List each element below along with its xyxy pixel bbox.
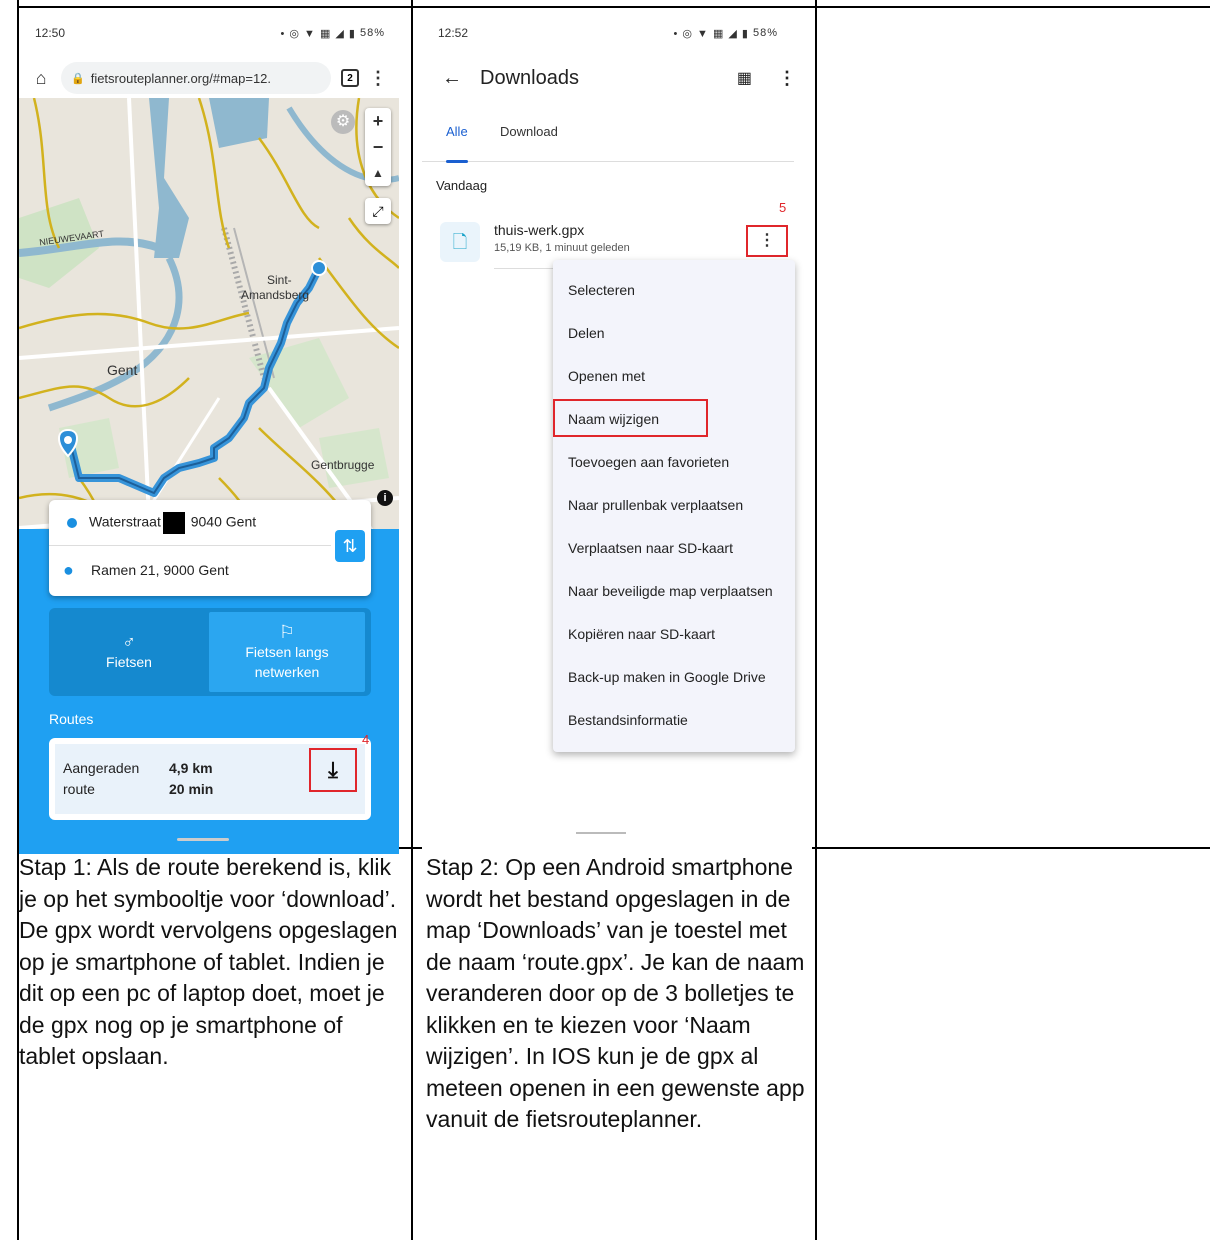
zoom-out-button[interactable]: − xyxy=(373,134,384,160)
info-icon[interactable]: i xyxy=(377,490,393,506)
map-label-city: Gent xyxy=(107,362,138,378)
page-title: Downloads xyxy=(480,66,579,89)
downloads-app-bar: ← Downloads ▦ ⋮ xyxy=(422,58,812,98)
battery-level-2: 58% xyxy=(752,27,778,39)
context-menu: Selecteren Delen Openen met Naam wijzige… xyxy=(553,260,795,752)
menu-item-verplaatsen-sd[interactable]: Verplaatsen naar SD-kaart xyxy=(568,540,733,556)
route-name-1: Aangeraden xyxy=(63,760,140,776)
three-dots-icon: ⋮ xyxy=(759,232,775,249)
fullscreen-icon[interactable]: ⤢ xyxy=(365,198,391,224)
map-label-district-2: Amandsberg xyxy=(241,288,310,302)
status-icons-2: • ◎ ▼ ▦ ◢ ▮ 58% xyxy=(673,27,778,40)
menu-item-kopieren-sd[interactable]: Kopiëren naar SD-kaart xyxy=(568,626,715,642)
mode-netwerken-label-2: netwerken xyxy=(254,664,320,680)
download-gpx-button[interactable]: ⤓ xyxy=(309,748,357,792)
url-text: fietsrouteplanner.org/#map=12. xyxy=(90,70,272,86)
start-address: Waterstraat 9040 Gent xyxy=(89,511,257,534)
overflow-menu-icon[interactable]: ⋮ xyxy=(778,68,796,89)
bicycle-icon: ♂ xyxy=(122,632,136,652)
map-label-district: Sint- xyxy=(267,273,292,287)
redaction-box xyxy=(162,511,185,534)
zoom-controls: + − ▲ xyxy=(365,108,391,186)
file-name[interactable]: thuis-werk.gpx xyxy=(494,222,584,238)
location-pin-icon: ● xyxy=(63,560,74,580)
phone-screenshot-route-planner: 12:50 • ◎ ▼ ▦ ◢ ▮ 58% ⌂ 🔒 fietsrouteplan… xyxy=(19,8,399,854)
url-bar[interactable]: 🔒 fietsrouteplanner.org/#map=12. xyxy=(61,62,331,94)
battery-level: 58% xyxy=(359,27,385,39)
highlight-box xyxy=(553,399,708,437)
swap-endpoints-button[interactable]: ⇅ xyxy=(335,530,365,562)
caption-step-1: Stap 1: Als de route berekend is, klik j… xyxy=(19,854,398,1069)
menu-item-prullenbak[interactable]: Naar prullenbak verplaatsen xyxy=(568,497,743,513)
active-tab-indicator xyxy=(446,160,468,163)
annotation-number-5: 5 xyxy=(779,200,787,215)
grid-view-icon[interactable]: ▦ xyxy=(737,68,752,88)
endpoints-card: Waterstraat 9040 Gent ● Ramen 21, 9000 G… xyxy=(49,500,371,596)
zoom-in-button[interactable]: + xyxy=(373,108,384,134)
phone-screenshot-downloads: 12:52 • ◎ ▼ ▦ ◢ ▮ 58% ← Downloads ▦ ⋮ Al… xyxy=(422,8,812,854)
filter-tabs: Alle Download xyxy=(422,104,794,162)
destination-address: Ramen 21, 9000 Gent xyxy=(91,562,229,578)
mode-fietsen-label: Fietsen xyxy=(106,654,152,670)
gesture-handle xyxy=(576,832,626,834)
menu-item-delen[interactable]: Delen xyxy=(568,325,605,341)
settings-gear-icon[interactable]: ⚙ xyxy=(331,110,355,134)
status-time: 12:50 xyxy=(35,26,66,40)
tab-alle[interactable]: Alle xyxy=(446,124,468,139)
start-field[interactable]: Waterstraat 9040 Gent xyxy=(49,500,331,546)
table-col-divider-1 xyxy=(411,0,413,1240)
status-bar: 12:50 • ◎ ▼ ▦ ◢ ▮ 58% xyxy=(19,8,399,58)
network-bicycle-icon: ⚐ xyxy=(278,622,296,642)
section-heading: Vandaag xyxy=(436,178,488,193)
menu-item-toevoegen-favorieten[interactable]: Toevoegen aan favorieten xyxy=(568,454,729,470)
route-name-2: route xyxy=(63,781,95,797)
sheet-handle[interactable] xyxy=(177,838,229,841)
menu-item-selecteren[interactable]: Selecteren xyxy=(568,282,635,298)
status-symbols-icon: • ◎ ▼ ▦ ◢ ▮ xyxy=(280,27,356,40)
start-rest: 9040 Gent xyxy=(190,513,257,530)
file-meta: 15,19 KB, 1 minuut geleden xyxy=(494,242,630,254)
mode-fietsen-netwerken[interactable]: ⚐ Fietsen langs netwerken xyxy=(209,612,365,692)
travel-mode-selector: ♂ Fietsen ⚐ Fietsen langs netwerken xyxy=(49,608,371,696)
browser-menu-icon[interactable]: ⋮ xyxy=(369,68,387,89)
table-col-divider-2 xyxy=(815,0,817,1240)
mode-fietsen[interactable]: ♂ Fietsen xyxy=(49,608,209,696)
menu-item-beveiligde-map[interactable]: Naar beveiligde map verplaatsen xyxy=(568,583,773,599)
compass-button[interactable]: ▲ xyxy=(372,160,384,186)
download-icon: ⤓ xyxy=(328,757,338,782)
tab-switcher-button[interactable]: 2 xyxy=(341,69,359,87)
status-bar-2: 12:52 • ◎ ▼ ▦ ◢ ▮ 58% xyxy=(422,8,812,58)
browser-toolbar: ⌂ 🔒 fietsrouteplanner.org/#map=12. 2 ⋮ xyxy=(19,58,399,98)
file-icon: 🗋 xyxy=(440,222,480,262)
caption-step-2: Stap 2: Op een Android smartphone wordt … xyxy=(426,854,805,1132)
lock-icon: 🔒 xyxy=(71,72,85,85)
tab-download[interactable]: Download xyxy=(500,124,558,139)
home-icon[interactable]: ⌂ xyxy=(31,68,51,88)
menu-item-bestandsinformatie[interactable]: Bestandsinformatie xyxy=(568,712,688,728)
status-icons: • ◎ ▼ ▦ ◢ ▮ 58% xyxy=(280,27,385,40)
status-time-2: 12:52 xyxy=(438,26,469,40)
start-dot-icon xyxy=(67,517,77,528)
file-options-button[interactable]: ⋮ xyxy=(746,225,788,257)
menu-item-backup-drive[interactable]: Back-up maken in Google Drive xyxy=(568,669,766,685)
mode-netwerken-label-1: Fietsen langs xyxy=(245,644,329,660)
routes-heading: Routes xyxy=(49,711,94,727)
annotation-number-4: 4 xyxy=(362,732,370,747)
map-label-district-3: Gentbrugge xyxy=(311,458,375,472)
start-street: Waterstraat xyxy=(89,513,161,530)
route-distance: 4,9 km xyxy=(169,760,213,776)
status-symbols-icon-2: • ◎ ▼ ▦ ◢ ▮ xyxy=(673,27,749,40)
destination-field[interactable]: ● Ramen 21, 9000 Gent xyxy=(49,547,331,593)
route-duration: 20 min xyxy=(169,781,214,797)
menu-item-openen-met[interactable]: Openen met xyxy=(568,368,645,384)
back-arrow-icon[interactable]: ← xyxy=(442,67,462,90)
